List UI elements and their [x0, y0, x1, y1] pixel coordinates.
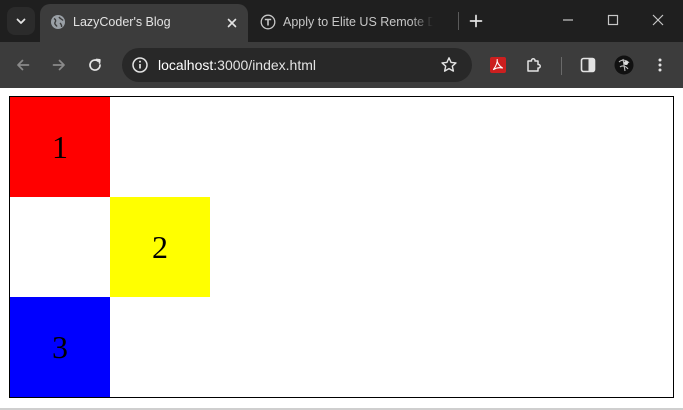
star-icon[interactable]	[440, 56, 458, 74]
reload-button[interactable]	[82, 52, 108, 78]
close-icon	[227, 18, 237, 28]
url-host: localhost	[158, 57, 214, 73]
puzzle-icon	[527, 58, 541, 72]
box-label: 1	[52, 128, 68, 165]
box-2: 2	[110, 197, 210, 297]
tab-search-button[interactable]	[7, 7, 35, 35]
toolbar-separator	[561, 57, 562, 75]
forward-button[interactable]	[46, 52, 72, 78]
browser-toolbar: localhost:3000/index.html	[0, 42, 683, 88]
maximize-icon	[607, 14, 619, 26]
plus-icon	[469, 14, 483, 28]
box-label: 3	[52, 328, 68, 365]
menu-button[interactable]	[649, 54, 671, 76]
globe-icon	[51, 15, 65, 29]
tab-lazycoder-blog[interactable]: LazyCoder's Blog	[40, 4, 248, 42]
tab-strip: LazyCoder's Blog Apply to Elite US Remot…	[0, 0, 683, 42]
info-icon[interactable]	[131, 56, 149, 74]
side-panel-button[interactable]	[577, 54, 599, 76]
url-path: :3000/index.html	[213, 57, 316, 73]
minimize-button[interactable]	[553, 8, 583, 32]
pdf-extension-button[interactable]	[487, 54, 509, 76]
pdf-icon	[490, 57, 506, 73]
close-icon	[652, 14, 664, 26]
side-panel-icon	[580, 57, 596, 73]
new-tab-button[interactable]	[466, 11, 486, 31]
tab-elite-us-remote[interactable]: Apply to Elite US Remote Dev	[250, 4, 456, 42]
close-window-button[interactable]	[643, 8, 673, 32]
chevron-down-icon	[16, 18, 26, 24]
box-label: 2	[152, 228, 168, 265]
tab-title: Apply to Elite US Remote Dev	[283, 15, 433, 29]
tab-divider	[458, 12, 459, 30]
page-viewport: 1 2 3	[0, 88, 683, 410]
tab-title: LazyCoder's Blog	[73, 15, 171, 29]
address-bar[interactable]: localhost:3000/index.html	[122, 48, 472, 82]
arrow-left-icon	[17, 59, 30, 71]
box-1: 1	[10, 97, 110, 197]
reload-icon	[89, 58, 101, 71]
close-tab-button[interactable]	[224, 15, 240, 31]
url-text[interactable]: localhost:3000/index.html	[158, 57, 316, 73]
box-3: 3	[10, 297, 110, 397]
extensions-button[interactable]	[523, 54, 545, 76]
maximize-button[interactable]	[598, 8, 628, 32]
minimize-icon	[563, 19, 573, 21]
more-vert-icon	[658, 58, 662, 72]
grid-container: 1 2 3	[9, 96, 674, 398]
avatar	[614, 55, 634, 75]
profile-avatar-button[interactable]	[613, 54, 635, 76]
turing-icon	[260, 14, 276, 30]
back-button[interactable]	[10, 52, 36, 78]
arrow-right-icon	[52, 59, 65, 71]
